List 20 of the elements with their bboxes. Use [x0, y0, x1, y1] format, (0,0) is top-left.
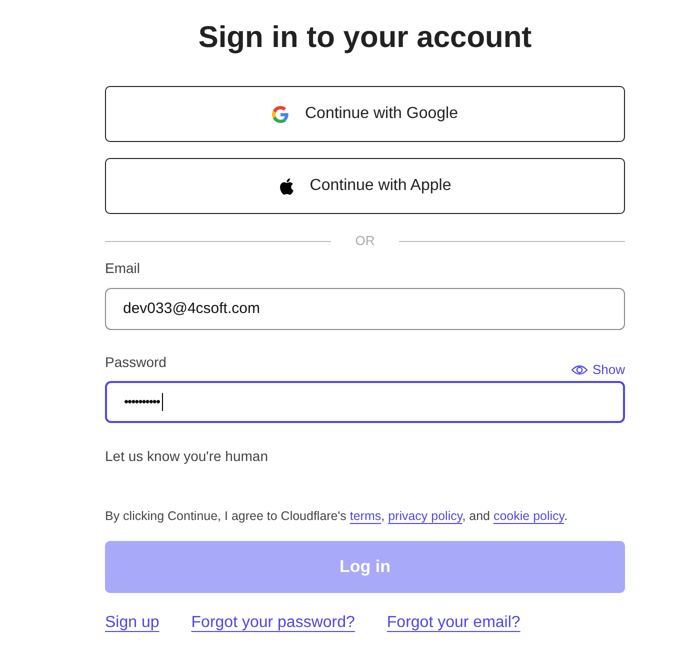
show-password-toggle[interactable]: Show — [571, 362, 625, 378]
policy-link[interactable]: privacy policy — [388, 509, 462, 523]
apple-icon — [278, 178, 294, 194]
email-label: Email — [105, 259, 142, 278]
password-label: Password — [105, 353, 166, 372]
consent-text: By clicking Continue, I agree to Cloudflare's terms, privacy policy, and cookie policy. — [105, 508, 569, 525]
footer-link[interactable]: Forgot your password? — [191, 611, 355, 635]
google-g-icon — [272, 106, 289, 122]
captcha-label: Let us know you're human — [105, 447, 269, 465]
divider-label: OR — [354, 232, 376, 250]
eye-icon — [571, 364, 588, 376]
footer-link[interactable]: Forgot your email? — [386, 611, 520, 635]
policy-link[interactable]: cookie policy — [493, 509, 564, 523]
page-title: Sign in to your account — [197, 20, 533, 56]
continue-button[interactable]: Continue with Apple — [105, 158, 625, 214]
policy-link[interactable]: terms — [350, 509, 382, 523]
password-field[interactable]: •••••••••• — [105, 381, 625, 423]
footer-link[interactable]: Sign up — [105, 611, 160, 635]
continue-button[interactable]: Continue with Google — [105, 86, 625, 142]
email-field[interactable]: dev033@4csoft.com — [105, 288, 625, 330]
